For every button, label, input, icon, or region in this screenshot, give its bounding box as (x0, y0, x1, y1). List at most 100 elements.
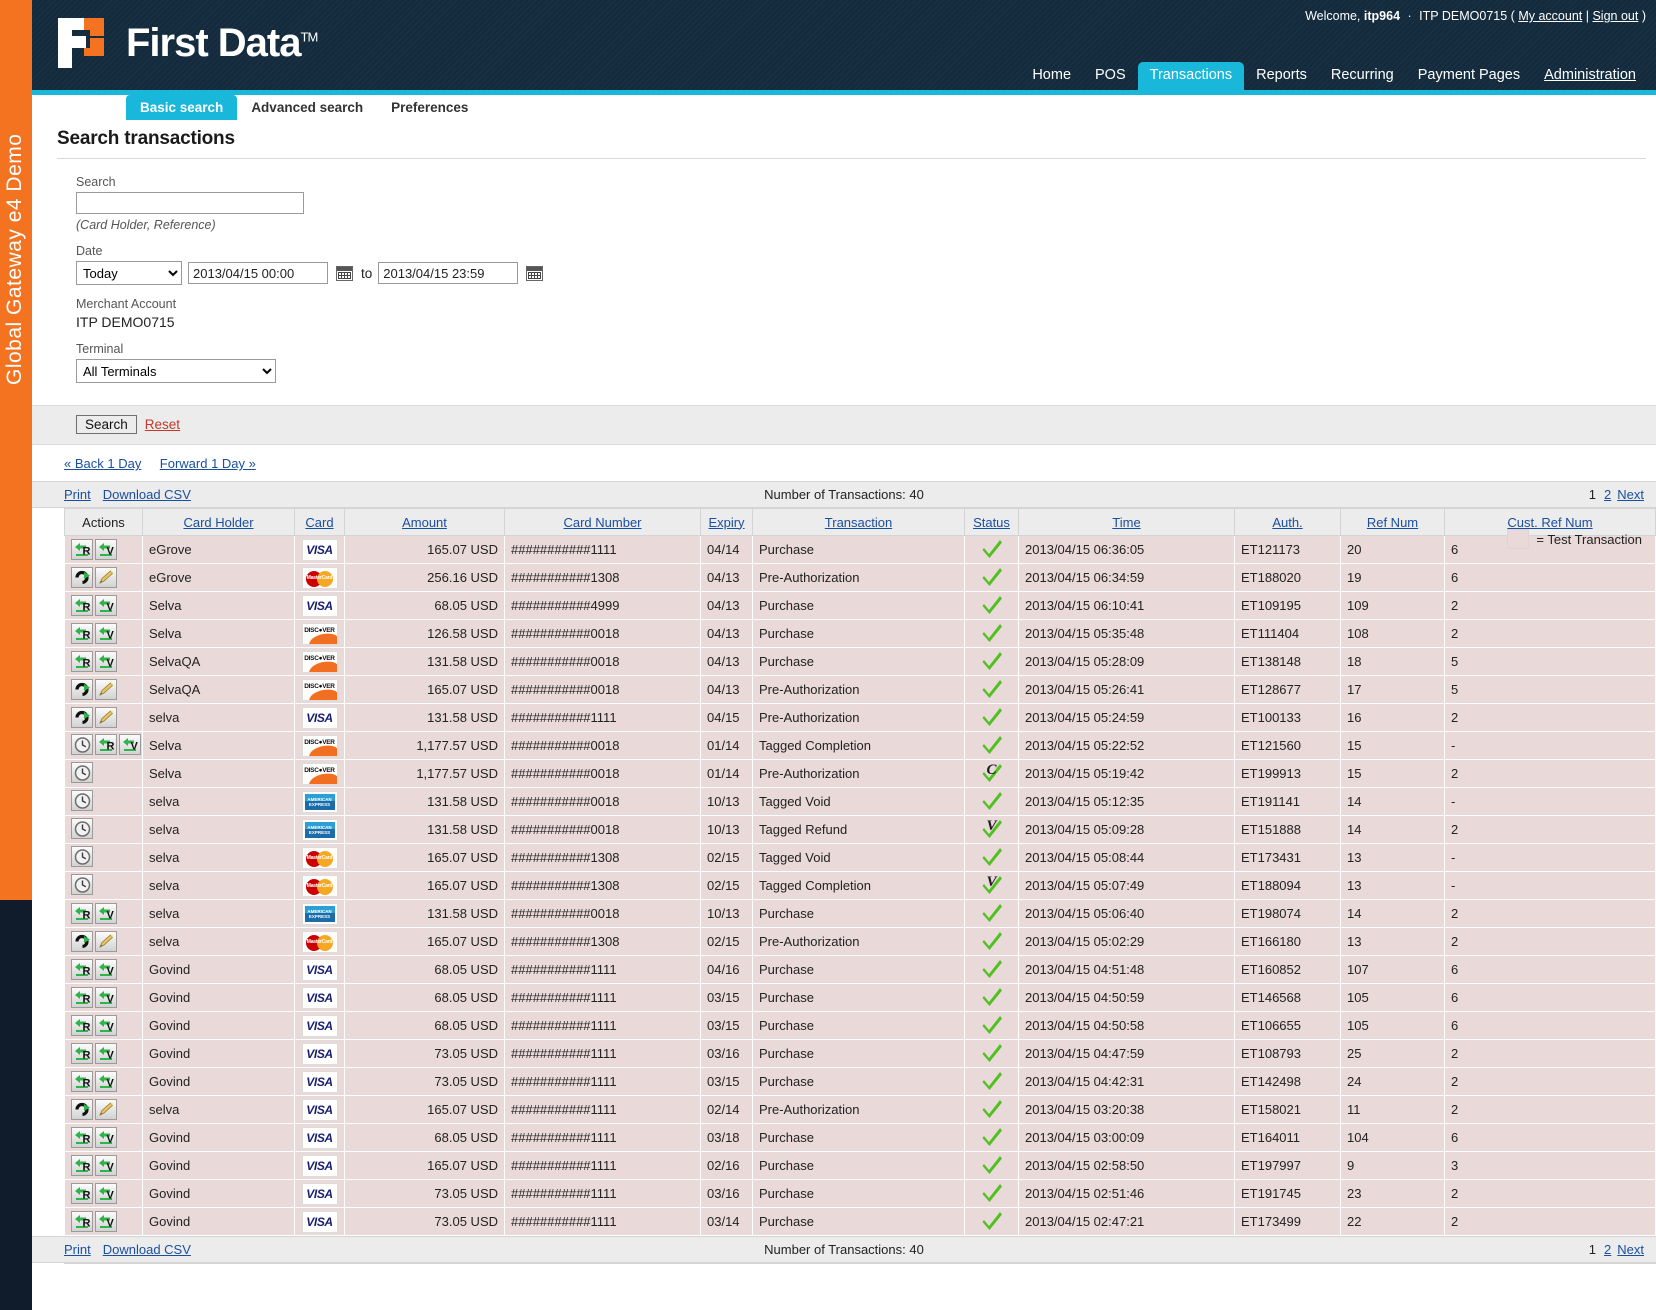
back-one-day-link[interactable]: « Back 1 Day (64, 456, 141, 471)
calendar-to-icon[interactable] (526, 265, 544, 281)
download-csv-link-top[interactable]: Download CSV (103, 487, 191, 502)
complete-icon[interactable] (71, 566, 93, 588)
void-icon[interactable]: V (95, 1182, 117, 1204)
sort-amount[interactable]: Amount (402, 515, 447, 530)
table-row[interactable]: R V Govind VISA 68.05 USD ###########1111 04/1… (64, 955, 1656, 984)
nav-item-reports[interactable]: Reports (1244, 62, 1319, 90)
nav-item-home[interactable]: Home (1020, 62, 1083, 90)
date-preset-select[interactable]: Today (76, 261, 182, 285)
refund-icon[interactable]: R (71, 1210, 93, 1232)
nav-item-transactions[interactable]: Transactions (1137, 62, 1245, 90)
refund-icon[interactable]: R (71, 594, 93, 616)
history-icon[interactable] (71, 846, 93, 868)
refund-icon[interactable]: R (71, 1182, 93, 1204)
edit-icon[interactable] (95, 566, 117, 588)
refund-icon[interactable]: R (71, 902, 93, 924)
nav-item-payment-pages[interactable]: Payment Pages (1406, 62, 1532, 90)
nav-item-pos[interactable]: POS (1083, 62, 1138, 90)
sort-transaction[interactable]: Transaction (825, 515, 892, 530)
void-icon[interactable]: V (95, 902, 117, 924)
table-row[interactable]: R V Govind VISA 165.07 USD ###########1111 02/… (64, 1151, 1656, 1180)
table-row[interactable]: R V Selva DISC●VER 126.58 USD ###########0018… (64, 619, 1656, 648)
table-row[interactable]: R V Selva VISA 68.05 USD ###########4999 04/13… (64, 591, 1656, 620)
sort-auth[interactable]: Auth. (1272, 515, 1302, 530)
date-to-input[interactable] (378, 262, 519, 284)
table-row[interactable]: R V Govind VISA 68.05 USD ###########1111 03/1… (64, 1123, 1656, 1152)
refund-icon[interactable]: R (71, 1042, 93, 1064)
void-icon[interactable]: V (95, 622, 117, 644)
forward-one-day-link[interactable]: Forward 1 Day » (160, 456, 256, 471)
brand-logo[interactable]: First DataTM (54, 14, 318, 72)
nav-item-recurring[interactable]: Recurring (1319, 62, 1406, 90)
refund-icon[interactable]: R (95, 734, 117, 756)
table-row[interactable]: R V Govind VISA 73.05 USD ###########1111 03/1… (64, 1179, 1656, 1208)
history-icon[interactable] (71, 818, 93, 840)
table-row[interactable]: R Vselva AMERICAN EXPRESS 131.58 USD ########… (64, 899, 1656, 928)
table-row[interactable]: selva MasterCard 165.07 USD ###########1308… (64, 927, 1656, 956)
refund-icon[interactable]: R (71, 1014, 93, 1036)
edit-icon[interactable] (95, 706, 117, 728)
terminal-select[interactable]: All Terminals (76, 359, 276, 383)
void-icon[interactable]: V (95, 1126, 117, 1148)
void-icon[interactable]: V (95, 958, 117, 980)
search-input[interactable] (76, 192, 304, 214)
sort-ref-num[interactable]: Ref Num (1367, 515, 1418, 530)
complete-icon[interactable] (71, 678, 93, 700)
sign-out-link[interactable]: Sign out (1592, 9, 1638, 23)
table-row[interactable]: R V Govind VISA 73.05 USD ###########1111 03/1… (64, 1039, 1656, 1068)
refund-icon[interactable]: R (71, 1126, 93, 1148)
void-icon[interactable]: V (95, 986, 117, 1008)
next-page-link-bottom[interactable]: Next (1617, 1242, 1644, 1257)
refund-icon[interactable]: R (71, 538, 93, 560)
tab-advanced-search[interactable]: Advanced search (237, 95, 377, 121)
sort-status[interactable]: Status (973, 515, 1010, 530)
print-link-bottom[interactable]: Print (64, 1242, 91, 1257)
date-from-input[interactable] (188, 262, 328, 284)
table-row[interactable]: R V Govind VISA 68.05 USD ###########1111 03/1… (64, 1011, 1656, 1040)
refund-icon[interactable]: R (71, 1154, 93, 1176)
void-icon[interactable]: V (95, 1070, 117, 1092)
void-icon[interactable]: V (95, 538, 117, 560)
download-csv-link-bottom[interactable]: Download CSV (103, 1242, 191, 1257)
page-2-link-bottom[interactable]: 2 (1604, 1242, 1611, 1257)
print-link-top[interactable]: Print (64, 487, 91, 502)
my-account-link[interactable]: My account (1518, 9, 1582, 23)
complete-icon[interactable] (71, 706, 93, 728)
tab-basic-search[interactable]: Basic search (126, 95, 238, 121)
void-icon[interactable]: V (95, 1210, 117, 1232)
void-icon[interactable]: V (95, 1154, 117, 1176)
table-row[interactable]: R V SelvaQA DISC●VER 131.58 USD ###########00… (64, 647, 1656, 676)
complete-icon[interactable] (71, 1098, 93, 1120)
void-icon[interactable]: V (95, 650, 117, 672)
page-2-link-top[interactable]: 2 (1604, 487, 1611, 502)
table-row[interactable]: selva AMERICAN EXPRESS 131.58 USD ##########… (64, 787, 1656, 816)
refund-icon[interactable]: R (71, 622, 93, 644)
edit-icon[interactable] (95, 1098, 117, 1120)
complete-icon[interactable] (71, 930, 93, 952)
refund-icon[interactable]: R (71, 958, 93, 980)
void-icon[interactable]: V (95, 1014, 117, 1036)
search-button[interactable]: Search (76, 415, 137, 434)
tab-preferences[interactable]: Preferences (377, 95, 482, 121)
sort-cust-ref-num[interactable]: Cust. Ref Num (1507, 515, 1592, 530)
table-row[interactable]: R V Selva DISC●VER 1,177.57 USD ###########00… (64, 731, 1656, 760)
sort-card-number[interactable]: Card Number (563, 515, 641, 530)
sort-time[interactable]: Time (1112, 515, 1140, 530)
next-page-link-top[interactable]: Next (1617, 487, 1644, 502)
table-row[interactable]: SelvaQA DISC●VER 165.07 USD ###########0018… (64, 675, 1656, 704)
table-row[interactable]: selva AMERICAN EXPRESS 131.58 USD ##########… (64, 815, 1656, 844)
void-icon[interactable]: V (95, 1042, 117, 1064)
history-icon[interactable] (71, 734, 93, 756)
nav-item-administration[interactable]: Administration (1532, 62, 1648, 90)
sort-card[interactable]: Card (305, 515, 333, 530)
history-icon[interactable] (71, 790, 93, 812)
table-row[interactable]: selva VISA 131.58 USD ###########1111 04/15 P… (64, 703, 1656, 732)
table-row[interactable]: selva MasterCard 165.07 USD ###########1308… (64, 843, 1656, 872)
history-icon[interactable] (71, 874, 93, 896)
calendar-from-icon[interactable] (336, 265, 353, 281)
sort-expiry[interactable]: Expiry (708, 515, 744, 530)
refund-icon[interactable]: R (71, 650, 93, 672)
reset-link[interactable]: Reset (145, 417, 180, 432)
table-row[interactable]: selva VISA 165.07 USD ###########1111 02/14 P… (64, 1095, 1656, 1124)
table-row[interactable]: eGrove MasterCard 256.16 USD ###########130… (64, 563, 1656, 592)
